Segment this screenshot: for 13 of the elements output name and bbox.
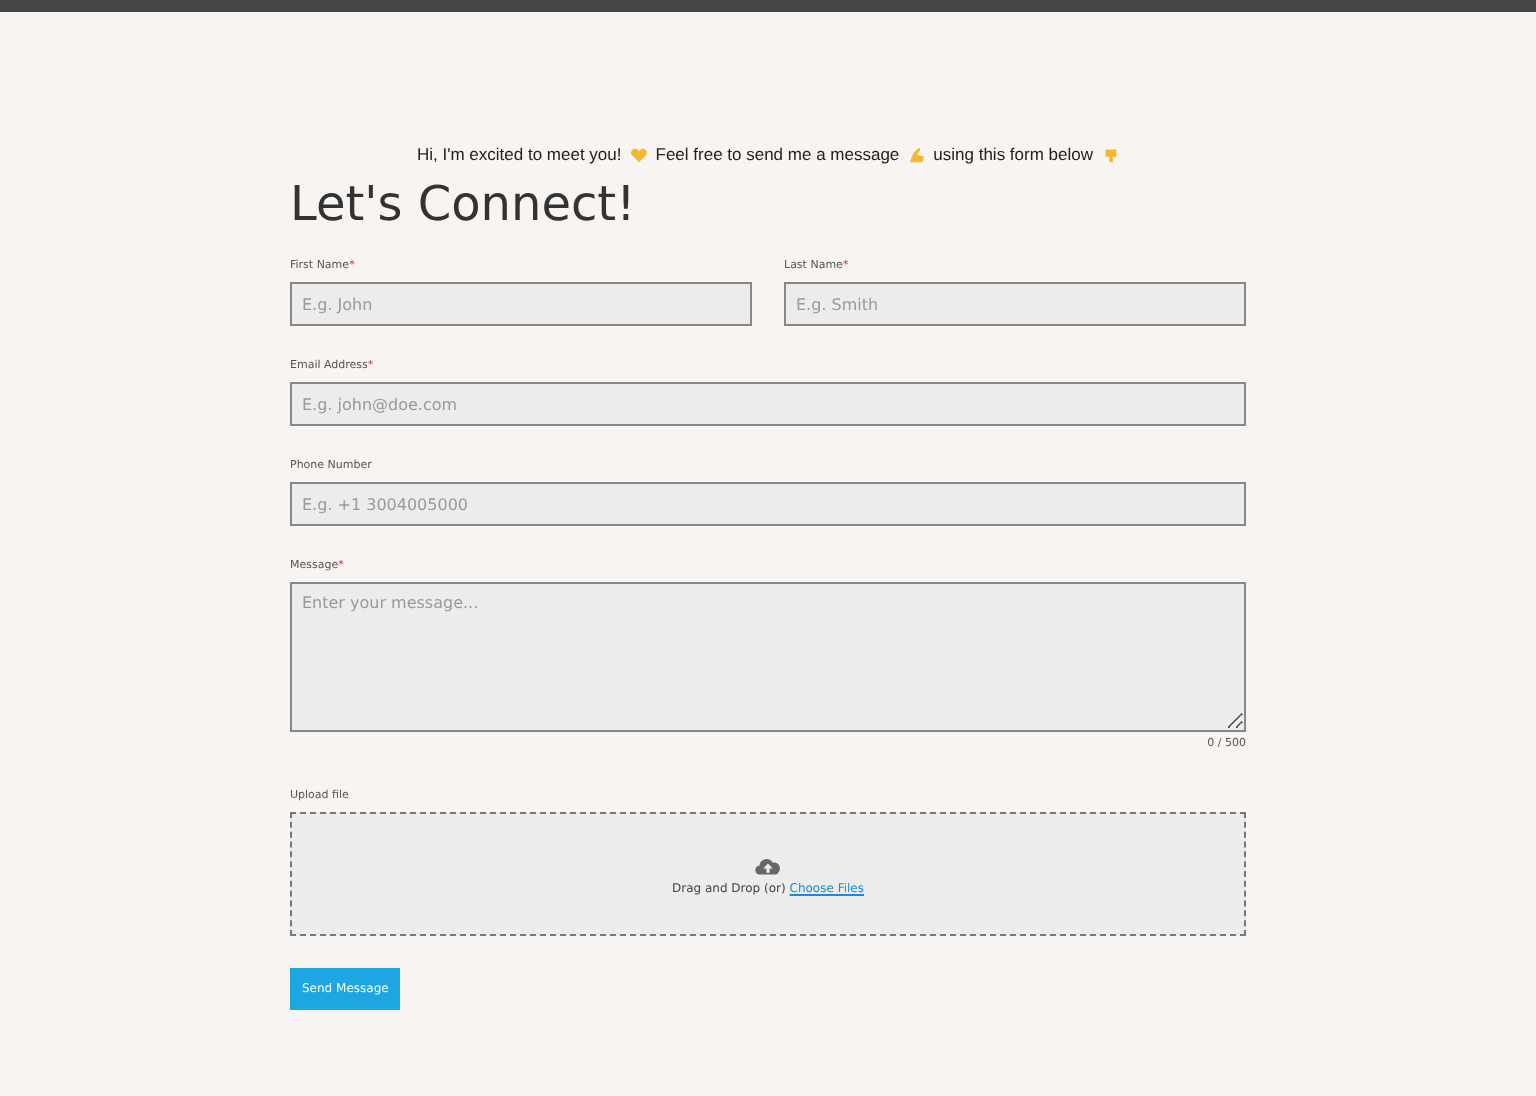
input-field[interactable]: E.g. Smith <box>784 282 1246 326</box>
intro-text: using this form below <box>933 144 1093 164</box>
intro-text: Feel free to send me a message <box>655 144 900 164</box>
heart-icon <box>629 145 648 163</box>
input-field[interactable]: E.g. john@doe.com <box>290 382 1246 426</box>
input-field[interactable]: E.g. +1 3004005000 <box>290 482 1246 526</box>
pointing-hand-icon <box>1101 145 1119 163</box>
input-field[interactable]: E.g. John <box>290 282 752 326</box>
cloud-upload-icon <box>752 853 784 875</box>
message-field[interactable]: Enter your message... <box>290 582 1246 732</box>
intro-text: Hi, I'm excited to meet you! <box>417 144 622 164</box>
writing-hand-icon <box>907 145 926 163</box>
page-title: Let's Connect! <box>290 176 638 232</box>
